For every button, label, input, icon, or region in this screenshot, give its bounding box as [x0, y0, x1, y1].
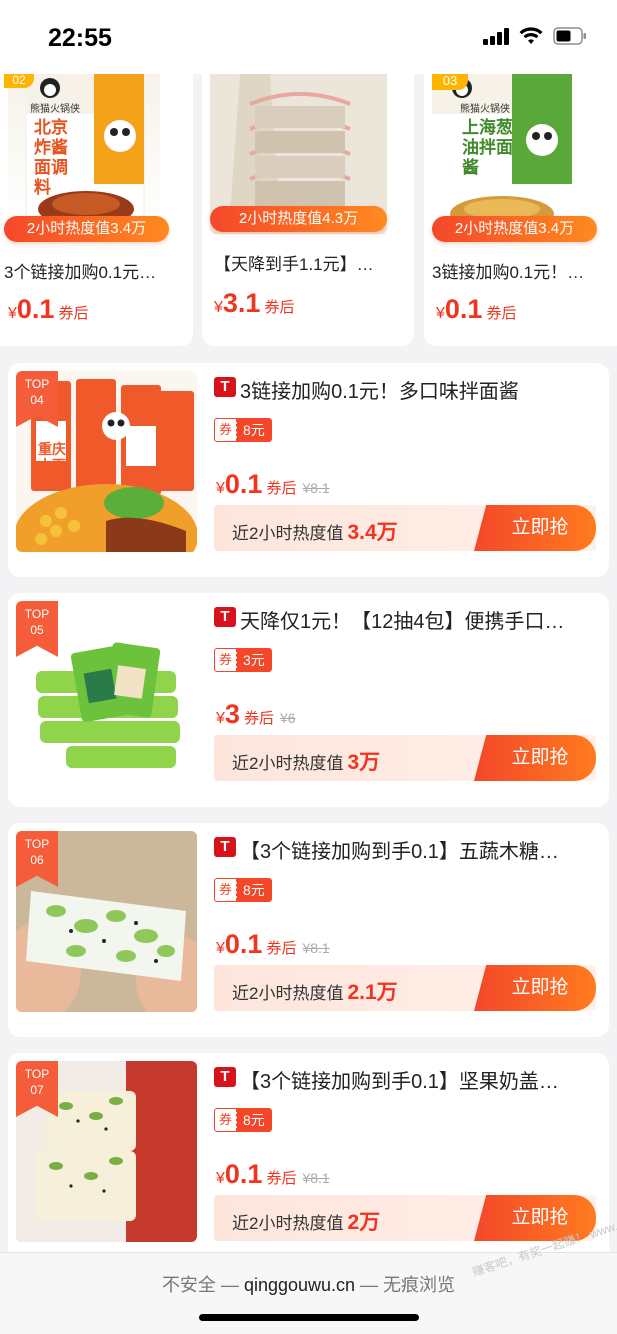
buy-now-button[interactable]: 立即抢	[474, 505, 596, 551]
pack-text: 北京炸酱面调料	[34, 118, 68, 197]
status-icons	[483, 27, 587, 45]
heat-value: 3万	[347, 751, 381, 774]
price: ¥3 券后 ¥6	[216, 699, 296, 729]
url-display[interactable]: 不安全 — qinggouwu.cn — 无痕浏览	[0, 1271, 617, 1297]
top-card-02[interactable]: 熊猫火锅侠 北京炸酱面调料 02 2小时热度值3.4万 3个链接加购0.1元… …	[0, 74, 193, 346]
brand-text: 熊猫火锅侠	[30, 104, 80, 115]
list-item-top04[interactable]: 重庆小面调料 TOP 04 T 3链接加购0.1元！多口味拌面酱 券 8元 ¥0.…	[8, 363, 609, 577]
original-price: ¥8.1	[302, 940, 330, 956]
battery-icon	[553, 27, 587, 45]
product-image: TOP 05	[16, 601, 197, 782]
product-title: 天降仅1元！【12抽4包】便携手口…	[240, 611, 565, 633]
original-price: ¥8.1	[302, 480, 330, 496]
cellular-signal-icon	[483, 27, 509, 45]
price: ¥0.1 券后 ¥8.1	[216, 929, 330, 959]
price: ¥0.1 券后 ¥8.1	[216, 469, 330, 499]
tmall-icon: T	[214, 837, 236, 857]
tmall-icon: T	[214, 607, 236, 627]
coupon-badge: 券 8元	[214, 1108, 272, 1132]
list-item-top07[interactable]: TOP 07 T 【3个链接加购到手0.1】坚果奶盖… 券 8元 ¥0.1 券后 ¥8…	[8, 1053, 609, 1253]
heat-pill: 2小时热度值3.4万	[432, 216, 597, 242]
insecure-label: 不安全 —	[161, 1275, 244, 1295]
heat-bar: 近2小时热度值 2万 立即抢	[214, 1195, 596, 1241]
price: ¥0.1 券后	[8, 294, 89, 324]
heat-value: 2万	[347, 1211, 381, 1234]
top-ranking-row: 熊猫火锅侠 北京炸酱面调料 02 2小时热度值3.4万 3个链接加购0.1元… …	[0, 74, 617, 349]
heat-pill: 2小时热度值4.3万	[210, 206, 387, 232]
top-card-03[interactable]: 熊猫火锅侠 上海葱油拌面酱 03 2小时热度值3.4万 3链接加购0.1元！… …	[424, 74, 617, 346]
product-title: 【3个链接加购到手0.1】坚果奶盖…	[240, 1071, 559, 1093]
price: ¥3.1 券后	[214, 288, 295, 318]
private-mode-label: — 无痕浏览	[355, 1275, 456, 1295]
browser-address-bar[interactable]: 不安全 — qinggouwu.cn — 无痕浏览	[0, 1252, 617, 1334]
wifi-icon	[519, 27, 543, 45]
product-title: 【天降到手1.1元】…	[214, 255, 374, 274]
list-item-top06[interactable]: TOP 06 T 【3个链接加购到手0.1】五蔬木糖… 券 8元 ¥0.1 券后 ¥8…	[8, 823, 609, 1037]
url-host: qinggouwu.cn	[243, 1275, 356, 1295]
heat-bar: 近2小时热度值 3万 立即抢	[214, 735, 596, 781]
product-image: 重庆小面调料 TOP 04	[16, 371, 197, 552]
brand-text: 熊猫火锅侠	[460, 104, 510, 115]
pack-text: 重庆小面调料	[38, 441, 66, 489]
price: ¥0.1 券后	[436, 294, 517, 324]
product-image: TOP 06	[16, 831, 197, 1012]
rank-badge: 02	[4, 74, 34, 88]
top-card-hanger[interactable]: 2小时热度值4.3万 【天降到手1.1元】… ¥3.1 券后	[202, 74, 414, 346]
heat-value: 2.1万	[347, 981, 398, 1004]
status-bar: 22:55	[0, 0, 617, 74]
product-image	[8, 74, 160, 234]
pack-text: 上海葱油拌面酱	[462, 118, 513, 177]
heat-value: 3.4万	[347, 521, 398, 544]
coupon-badge: 券 8元	[214, 878, 272, 902]
coupon-badge: 券 8元	[214, 418, 272, 442]
product-image: TOP 07	[16, 1061, 197, 1242]
original-price: ¥6	[279, 710, 296, 726]
product-title: 3链接加购0.1元！多口味拌面酱	[240, 381, 519, 403]
coupon-badge: 券 3元	[214, 648, 272, 672]
tmall-icon: T	[214, 1067, 236, 1087]
heat-bar: 近2小时热度值 2.1万 立即抢	[214, 965, 596, 1011]
buy-now-button[interactable]: 立即抢	[474, 735, 596, 781]
rank-badge: 03	[432, 74, 468, 90]
price: ¥0.1 券后 ¥8.1	[216, 1159, 330, 1189]
heat-bar: 近2小时热度值 3.4万 立即抢	[214, 505, 596, 551]
product-title: 【3个链接加购到手0.1】五蔬木糖…	[240, 841, 559, 863]
status-time: 22:55	[48, 24, 112, 52]
buy-now-button[interactable]: 立即抢	[474, 965, 596, 1011]
list-item-top05[interactable]: TOP 05 T 天降仅1元！【12抽4包】便携手口… 券 3元 ¥3 券后 ¥6 近…	[8, 593, 609, 807]
tmall-icon: T	[214, 377, 236, 397]
original-price: ¥8.1	[302, 1170, 330, 1186]
heat-pill: 2小时热度值3.4万	[4, 216, 169, 242]
home-indicator[interactable]	[199, 1314, 419, 1321]
product-title: 3个链接加购0.1元…	[4, 263, 157, 282]
product-title: 3链接加购0.1元！…	[432, 263, 585, 282]
